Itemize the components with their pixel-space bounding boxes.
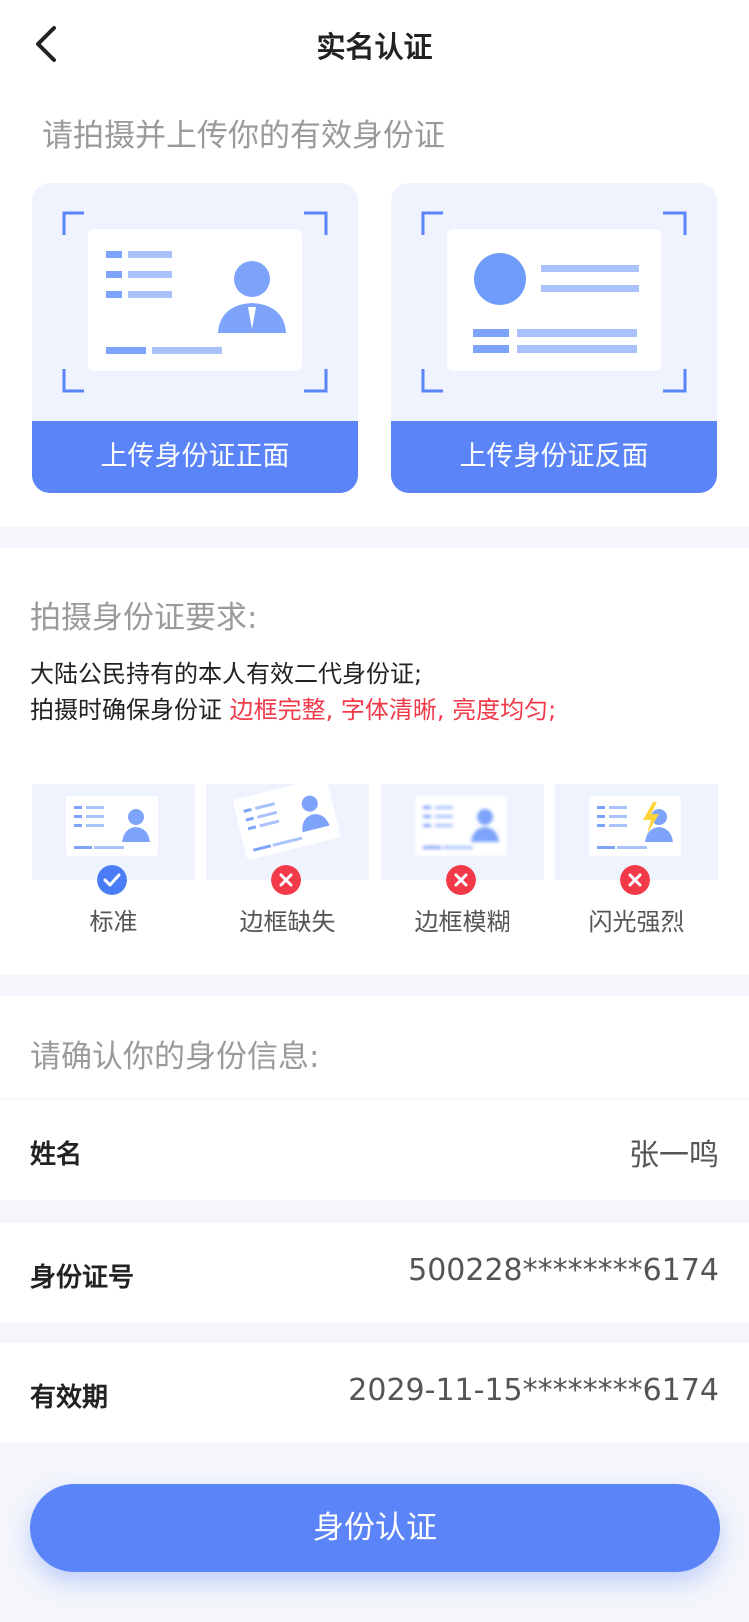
requirement-line-2-highlight: 边框完整, 字体清晰, 亮度均匀; [229, 696, 557, 724]
sample-label-border-missing: 边框缺失 [239, 908, 336, 936]
page-title: 实名认证 [316, 30, 433, 64]
requirement-line-2: 拍摄时确保身份证 边框完整, 字体清晰, 亮度均匀; [30, 690, 556, 725]
confirm-title: 请确认你的身份信息: [30, 1039, 320, 1075]
error-icon [620, 865, 650, 895]
sample-label-strong-flash: 闪光强烈 [588, 908, 685, 936]
upload-front-button[interactable]: 上传身份证正面 [32, 421, 358, 493]
expiry-row: 有效期 2029-11-15********6174 [0, 1343, 749, 1443]
name-row: 姓名 张一鸣 [0, 1100, 749, 1200]
error-icon [446, 865, 476, 895]
upload-front-card[interactable]: 上传身份证正面 [32, 183, 358, 493]
id-front-illustration [62, 211, 328, 393]
upload-back-card[interactable]: 上传身份证反面 [391, 183, 717, 493]
id-number-label: 身份证号 [30, 1263, 135, 1293]
upload-back-button[interactable]: 上传身份证反面 [391, 421, 717, 493]
expiry-label: 有效期 [30, 1383, 109, 1413]
error-icon [271, 865, 301, 895]
id-back-illustration [421, 211, 687, 393]
requirements-title: 拍摄身份证要求: [30, 600, 258, 636]
id-number-row: 身份证号 500228********6174 [0, 1223, 749, 1323]
sample-label-standard: 标准 [89, 908, 138, 936]
verify-identity-button[interactable]: 身份认证 [30, 1484, 720, 1572]
name-value: 张一鸣 [629, 1138, 719, 1173]
id-number-value: 500228********6174 [408, 1253, 719, 1288]
requirement-line-2-prefix: 拍摄时确保身份证 [30, 696, 230, 724]
upload-prompt: 请拍摄并上传你的有效身份证 [42, 118, 445, 154]
requirement-line-1: 大陆公民持有的本人有效二代身份证; [30, 660, 423, 688]
check-icon [97, 865, 127, 895]
name-label: 姓名 [30, 1140, 83, 1170]
sample-label-border-blurry: 边框模糊 [414, 908, 511, 936]
expiry-value: 2029-11-15********6174 [348, 1373, 719, 1408]
